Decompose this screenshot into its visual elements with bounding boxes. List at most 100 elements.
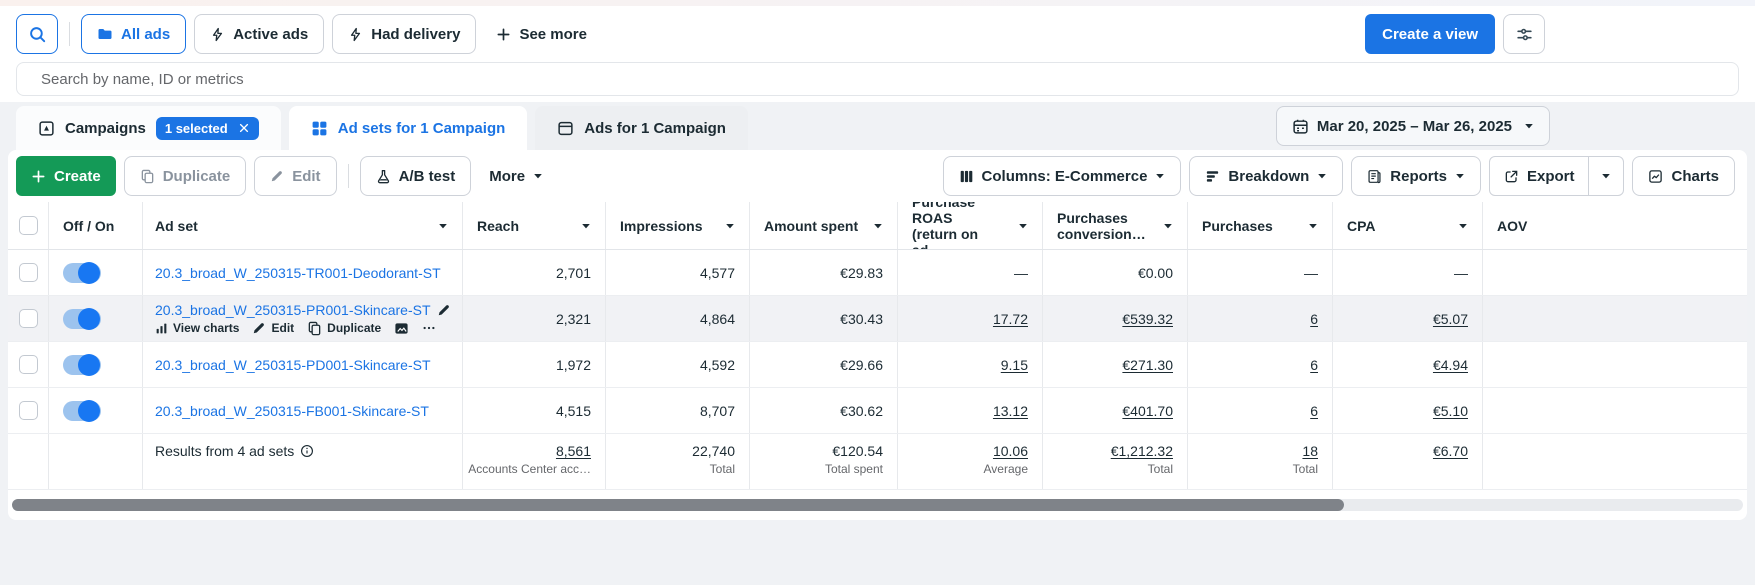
footer-value[interactable]: 18 xyxy=(1302,443,1318,459)
footer-value[interactable]: €1,212.32 xyxy=(1111,443,1173,459)
edit-button[interactable]: Edit xyxy=(254,156,336,196)
cell-value[interactable]: 9.15 xyxy=(1001,357,1028,373)
sort-caret-icon[interactable] xyxy=(1302,218,1318,234)
ad-set-name-link[interactable]: 20.3_broad_W_250315-PD001-Skincare-ST xyxy=(155,357,431,373)
chevron-down-icon xyxy=(533,171,543,181)
row-checkbox[interactable] xyxy=(19,309,38,328)
footer-cell-impressions: 22,740Total xyxy=(605,434,749,489)
sort-caret-icon[interactable] xyxy=(719,218,735,234)
ad-set-toggle[interactable] xyxy=(63,355,101,375)
duplicate-label: Duplicate xyxy=(163,168,231,185)
column-header-label: Ad set xyxy=(155,218,198,234)
cell-value[interactable]: 6 xyxy=(1310,357,1318,373)
cell-value[interactable]: €401.70 xyxy=(1122,403,1173,419)
column-header-label: Off / On xyxy=(63,218,114,234)
cell-conv: €0.00 xyxy=(1042,250,1187,295)
export-split-button: Export xyxy=(1489,156,1625,196)
column-header-name[interactable]: Ad set xyxy=(142,202,462,249)
chevron-down-icon xyxy=(1455,171,1465,181)
row-action-view-charts[interactable]: View charts xyxy=(155,321,239,335)
sort-caret-icon[interactable] xyxy=(1452,218,1468,234)
row-action-label: View charts xyxy=(173,321,239,335)
reports-button[interactable]: Reports xyxy=(1351,156,1481,196)
view-settings-button[interactable] xyxy=(1503,14,1545,54)
filter-active-ads[interactable]: Active ads xyxy=(194,14,324,54)
more-button[interactable]: More xyxy=(479,156,553,196)
pencil-icon xyxy=(270,169,284,183)
toggle-knob xyxy=(78,308,100,330)
badge-label: 1 selected xyxy=(165,121,228,136)
chevron-down-icon xyxy=(1155,171,1165,181)
create-view-button[interactable]: Create a view xyxy=(1365,14,1495,54)
sort-caret-icon[interactable] xyxy=(867,218,883,234)
cell-value[interactable]: €5.07 xyxy=(1433,311,1468,327)
sort-caret-icon[interactable] xyxy=(575,218,591,234)
footer-results-cell: Results from 4 ad sets xyxy=(142,434,462,489)
ab-test-button[interactable]: A/B test xyxy=(360,156,472,196)
sort-caret-icon[interactable] xyxy=(1012,218,1028,234)
footer-value[interactable]: €6.70 xyxy=(1433,443,1468,459)
ad-set-name-link[interactable]: 20.3_broad_W_250315-FB001-Skincare-ST xyxy=(155,403,429,419)
ad-set-toggle[interactable] xyxy=(63,309,101,329)
tab-ad-sets[interactable]: Ad sets for 1 Campaign xyxy=(289,106,528,150)
toggle-knob xyxy=(78,400,100,422)
footer-value[interactable]: 8,561 xyxy=(556,443,591,459)
cell-value[interactable]: €4.94 xyxy=(1433,357,1468,373)
column-header-spent[interactable]: Amount spent xyxy=(749,202,897,249)
row-action-duplicate[interactable]: Duplicate xyxy=(307,321,381,336)
tab-ads[interactable]: Ads for 1 Campaign xyxy=(535,106,748,150)
row-checkbox[interactable] xyxy=(19,355,38,374)
export-button[interactable]: Export xyxy=(1490,157,1589,195)
create-button[interactable]: Create xyxy=(16,156,116,196)
cell-value[interactable]: €539.32 xyxy=(1122,311,1173,327)
cell-value[interactable]: 17.72 xyxy=(993,311,1028,327)
ad-set-toggle[interactable] xyxy=(63,401,101,421)
column-header-purchases[interactable]: Purchases xyxy=(1187,202,1332,249)
see-more-button[interactable]: See more xyxy=(484,14,599,54)
tab-campaigns[interactable]: Campaigns 1 selected xyxy=(16,106,281,150)
column-header-cpa[interactable]: CPA xyxy=(1332,202,1482,249)
column-header-reach[interactable]: Reach xyxy=(462,202,605,249)
duplicate-button[interactable]: Duplicate xyxy=(124,156,247,196)
column-header-roas[interactable]: Purchase ROAS(return on ad… xyxy=(897,202,1042,249)
search-toggle-button[interactable] xyxy=(16,14,58,54)
search-input[interactable] xyxy=(16,62,1739,96)
row-checkbox[interactable] xyxy=(19,401,38,420)
sort-caret-icon[interactable] xyxy=(1157,218,1173,234)
cell-value[interactable]: 6 xyxy=(1310,403,1318,419)
footer-value[interactable]: 10.06 xyxy=(993,443,1028,459)
cell-value[interactable]: €271.30 xyxy=(1122,357,1173,373)
column-header-impressions[interactable]: Impressions xyxy=(605,202,749,249)
filter-had-delivery[interactable]: Had delivery xyxy=(332,14,476,54)
select-all-checkbox[interactable] xyxy=(19,216,38,235)
ad-set-toggle[interactable] xyxy=(63,263,101,283)
row-hover-actions: View charts Edit Duplicate xyxy=(155,321,451,336)
scrollbar-track[interactable] xyxy=(12,499,1743,511)
row-action-ellipsis[interactable] xyxy=(422,321,436,335)
sort-caret-icon[interactable] xyxy=(432,218,448,234)
cell-value[interactable]: €5.10 xyxy=(1433,403,1468,419)
charts-button[interactable]: Charts xyxy=(1632,156,1735,196)
cell-value[interactable]: 6 xyxy=(1310,311,1318,327)
select-all-cell xyxy=(8,202,48,249)
date-range-picker[interactable]: Mar 20, 2025 – Mar 26, 2025 xyxy=(1276,106,1550,146)
column-header-conv[interactable]: Purchasesconversion… xyxy=(1042,202,1187,249)
ad-set-name-link[interactable]: 20.3_broad_W_250315-TR001-Deodorant-ST xyxy=(155,265,441,281)
column-header-text: Ad set xyxy=(155,218,198,234)
results-summary-label: Results from 4 ad sets xyxy=(155,443,294,459)
ad-set-name-link[interactable]: 20.3_broad_W_250315-PR001-Skincare-ST xyxy=(155,302,431,318)
divider xyxy=(348,164,349,188)
scrollbar-thumb[interactable] xyxy=(12,499,1344,511)
cell-value[interactable]: 13.12 xyxy=(993,403,1028,419)
filter-all-ads[interactable]: All ads xyxy=(81,14,186,54)
row-action-image[interactable] xyxy=(394,321,409,336)
row-action-edit[interactable]: Edit xyxy=(252,321,294,335)
column-header-label: Reach xyxy=(477,218,519,234)
columns-button[interactable]: Columns: E-Commerce xyxy=(943,156,1182,196)
column-header-text: Purchases xyxy=(1202,218,1273,234)
column-header-label: Purchasesconversion… xyxy=(1057,210,1146,242)
export-options-button[interactable] xyxy=(1588,157,1623,195)
row-checkbox[interactable] xyxy=(19,263,38,282)
close-icon[interactable] xyxy=(238,122,250,134)
breakdown-button[interactable]: Breakdown xyxy=(1189,156,1343,196)
